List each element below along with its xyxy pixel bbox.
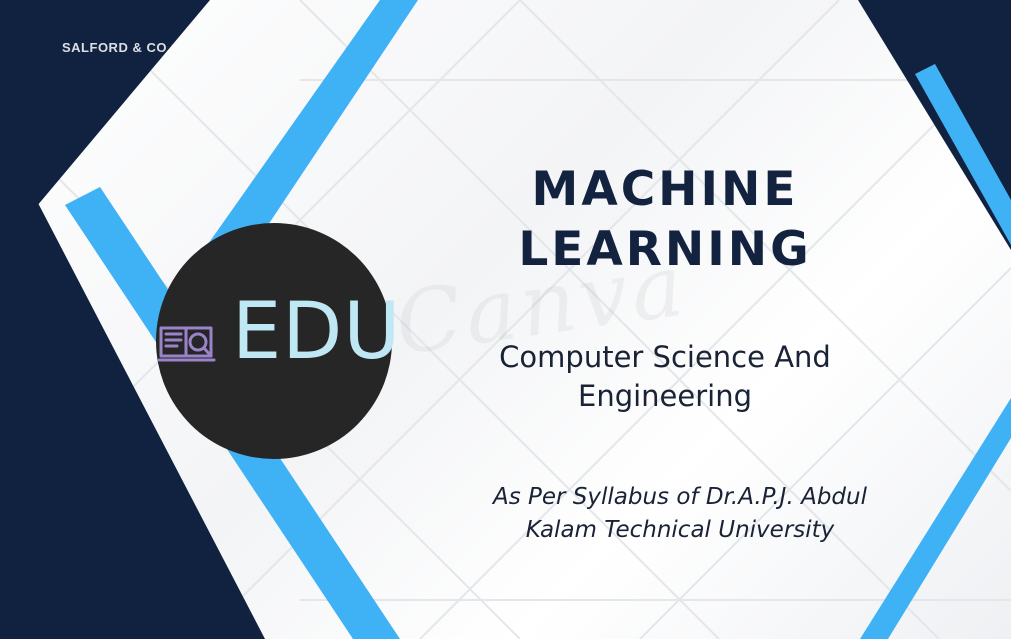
subtitle: Computer Science And Engineering [430, 338, 900, 416]
top-watermark-text: SALFORD & CO. [62, 40, 172, 55]
page-title: MACHINE LEARNING [450, 160, 880, 280]
tagline-line: Kalam Technical University [525, 517, 835, 543]
syllabus-tagline: As Per Syllabus of Dr.A.P.J. Abdul Kalam… [440, 481, 920, 547]
book-magnifier-icon [158, 326, 216, 362]
subtitle-line: Engineering [578, 379, 752, 413]
logo-edu-text: EDU [232, 287, 402, 377]
title-line: LEARNING [518, 222, 812, 277]
tagline-line: As Per Syllabus of Dr.A.P.J. Abdul [492, 484, 867, 510]
navy-corner-top-right [858, 0, 1011, 250]
cover-page: SALFORD & CO. Canva EDU MACHINE LEARNING… [0, 0, 1011, 639]
subtitle-line: Computer Science And [499, 340, 831, 374]
title-line: MACHINE [531, 162, 799, 217]
